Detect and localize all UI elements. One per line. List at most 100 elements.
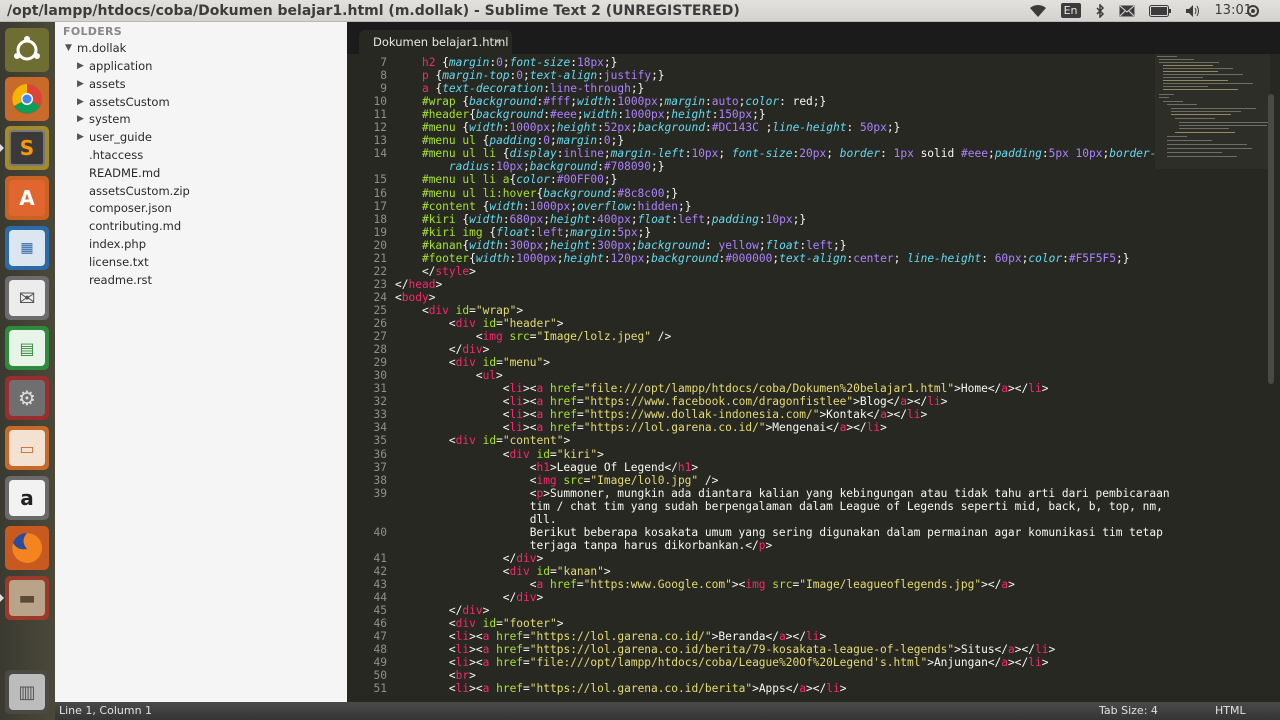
code-token: li (509, 421, 523, 435)
code-token: : (502, 238, 510, 252)
code-token: /> (651, 330, 672, 344)
launcher-image-viewer-button[interactable]: ▦ (5, 226, 49, 270)
code-token: inline (563, 147, 604, 161)
tree-file[interactable]: license.txt (89, 253, 149, 271)
code-token: div (516, 551, 537, 565)
code-token: ></ (1014, 643, 1035, 657)
code-token: ;} (1115, 251, 1130, 265)
launcher-dash-button[interactable] (5, 28, 49, 72)
code-token: : (704, 95, 712, 109)
code-line: <br> (395, 669, 476, 682)
code-token: > (819, 630, 827, 644)
code-token: : (523, 199, 530, 213)
code-token: img (482, 330, 503, 344)
tree-file[interactable]: assetsCustom.zip (89, 182, 190, 200)
code-token: ></ (907, 395, 928, 409)
code-token: < (395, 434, 456, 448)
line-number: 15 (373, 173, 387, 187)
code-token: border (839, 147, 881, 161)
code-token: : (502, 212, 510, 226)
code-token: li (907, 408, 921, 422)
syntax-selector[interactable]: HTML (1215, 704, 1246, 717)
launcher-software-center-button[interactable]: A (5, 176, 49, 220)
code-token: "Image/lolz.jpeg" (536, 330, 652, 344)
mail-icon[interactable] (1119, 5, 1135, 17)
launcher-sublime-button[interactable]: S (5, 126, 49, 170)
code-token: 60px (994, 251, 1022, 265)
code-token: href (496, 682, 524, 696)
code-token: = (523, 630, 530, 644)
code-token: 300px (597, 238, 631, 252)
tree-root-folder[interactable]: ▼ m.dollak (65, 39, 126, 57)
code-token: href (549, 578, 577, 591)
tree-file[interactable]: composer.json (89, 199, 172, 217)
tree-file[interactable]: .htaccess (89, 146, 143, 164)
launcher-mail-button[interactable]: ✉ (5, 276, 49, 320)
tree-file[interactable]: contributing.md (89, 217, 181, 235)
line-number: 30 (373, 369, 387, 383)
code-token: ></ (785, 630, 806, 644)
code-token: ; (630, 212, 638, 226)
tree-folder-user_guide[interactable]: ▶ user_guide (77, 128, 152, 146)
code-token: "kiri" (556, 447, 598, 461)
tree-folder-assetscustom[interactable]: ▶ assetsCustom (77, 93, 170, 111)
code-token: width (475, 251, 510, 265)
code-token: >< (469, 643, 483, 657)
tab-dokumen-belajar1[interactable]: Dokumen belajar1.html × (359, 30, 512, 54)
bluetooth-icon[interactable] (1095, 3, 1105, 18)
code-area[interactable]: h2 {margin:0;font-size:18px;} p {margin-… (395, 54, 1170, 702)
ubuntu-dash-icon (9, 32, 45, 68)
code-token: ; (758, 121, 773, 135)
volume-icon[interactable] (1185, 4, 1201, 18)
code-editor[interactable]: 7 8 9 10 11 12 13 14 15 16 17 18 19 20 21 22 23 24 25 26 27 2… (347, 54, 1280, 702)
code-token: < (395, 473, 537, 487)
close-icon[interactable]: × (493, 35, 502, 48)
code-token: >League Of Legend</ (549, 460, 678, 474)
code-token: background (637, 238, 705, 252)
code-token: : (597, 134, 604, 148)
code-token: </ (395, 591, 517, 605)
tree-file[interactable]: index.php (89, 235, 146, 253)
launcher-trash-button[interactable]: ▥ (5, 670, 49, 714)
code-line: #footer{width:1000px;height:120px;backgr… (395, 251, 1130, 265)
launcher-file-manager-button[interactable]: ▬ (5, 576, 49, 620)
launcher-firefox-button[interactable] (5, 526, 49, 570)
code-token: width (469, 212, 503, 226)
code-token: left (806, 238, 834, 252)
wifi-icon[interactable] (1029, 4, 1047, 18)
code-token: #menu (421, 121, 456, 135)
code-token: > (536, 591, 544, 605)
keyboard-layout-indicator[interactable]: En (1060, 3, 1081, 18)
code-token: = (576, 408, 584, 422)
launcher-presentation-button[interactable]: ▭ (5, 426, 49, 470)
launcher-spreadsheet-button[interactable]: ▤ (5, 326, 49, 370)
code-token: ; (549, 134, 557, 148)
editor-scrollbar[interactable] (1268, 94, 1274, 384)
code-token: : (704, 238, 719, 252)
launcher-amazon-button[interactable]: a (5, 476, 49, 520)
power-gear-icon[interactable] (1246, 4, 1260, 18)
battery-icon[interactable] (1148, 4, 1171, 17)
code-token: li (455, 630, 470, 644)
code-token: ;} (610, 134, 625, 148)
tab-label: Dokumen belajar1.html (373, 35, 509, 49)
tree-folder-assets[interactable]: ▶ assets (77, 75, 126, 93)
code-token: >Apps</ (752, 682, 800, 696)
minimap[interactable] (1155, 54, 1270, 169)
tree-file[interactable]: README.md (89, 164, 160, 182)
code-token: "kanan" (556, 564, 604, 578)
code-token: = (576, 395, 584, 409)
launcher-settings-button[interactable]: ⚙ (5, 376, 49, 420)
code-token: float (637, 212, 672, 226)
launcher-chrome-button[interactable] (5, 77, 49, 121)
code-token: solid (913, 147, 961, 161)
tab-size-selector[interactable]: Tab Size: 4 (1099, 704, 1158, 717)
code-token: ; (630, 121, 638, 135)
tree-folder-system[interactable]: ▶ system (77, 110, 131, 128)
code-line: <div id="kanan"> (395, 565, 611, 578)
tree-file[interactable]: readme.rst (89, 271, 152, 289)
tree-folder-application[interactable]: ▶ application (77, 57, 152, 75)
code-token: href (549, 408, 577, 422)
